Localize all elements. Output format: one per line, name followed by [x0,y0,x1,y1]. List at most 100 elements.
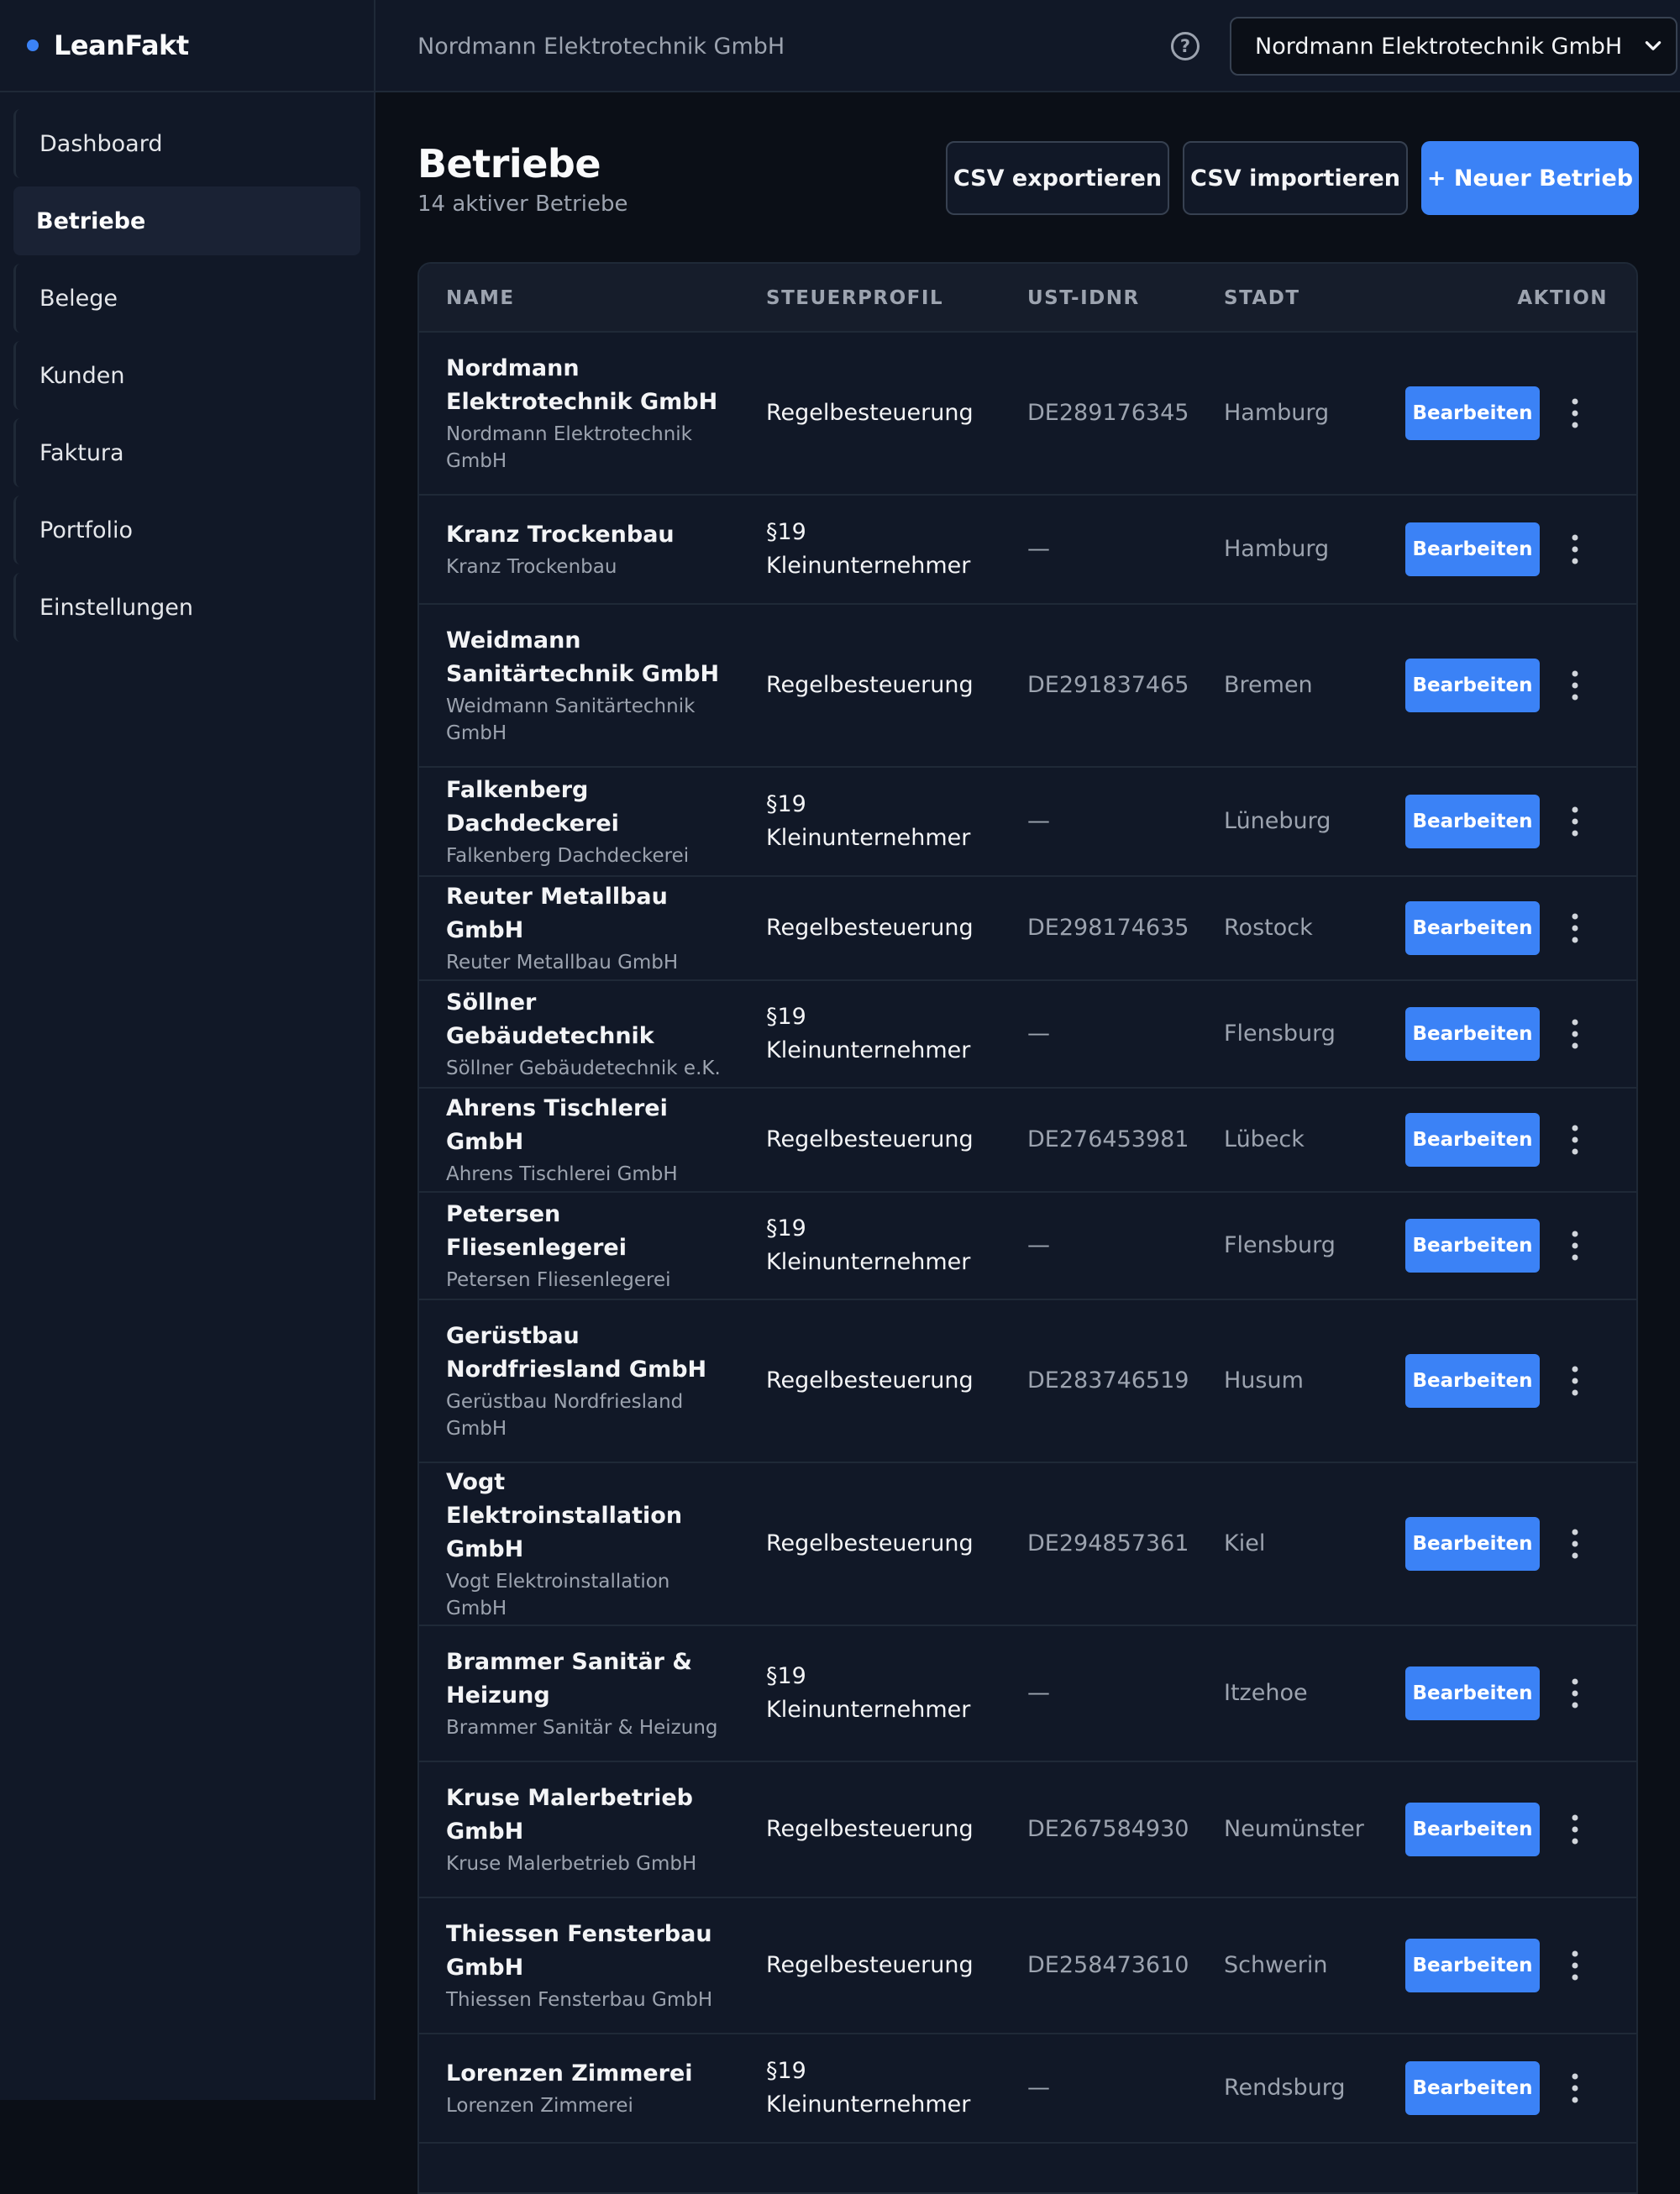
edit-button[interactable]: Bearbeiten [1405,1219,1540,1273]
cell-name: Kranz Trockenbau Kranz Trockenbau [446,496,732,603]
help-icon[interactable]: ? [1171,32,1200,60]
more-options-icon[interactable] [1567,396,1583,430]
sidebar-item-dashboard[interactable]: Dashboard [13,109,360,178]
cell-steuerprofil: §19 Kleinunternehmer [766,496,1010,603]
steuerprofil-value: Regelbesteuerung [766,1126,974,1152]
table-row[interactable]: Söllner Gebäudetechnik Söllner Gebäudete… [419,981,1636,1089]
edit-button[interactable]: Bearbeiten [1405,522,1540,576]
ust-idnr-value: DE294857361 [1027,1530,1189,1556]
cell-steuerprofil: Regelbesteuerung [766,1463,1010,1625]
cell-name: Kruse Malerbetrieb GmbH Kruse Malerbetri… [446,1762,732,1897]
cell-steuerprofil: Regelbesteuerung [766,1898,1010,2033]
brand[interactable]: LeanFakt [0,0,374,92]
more-options-icon[interactable] [1567,911,1583,945]
table-row[interactable]: Falkenberg Dachdeckerei Falkenberg Dachd… [419,768,1636,877]
page-subtitle: 14 aktiver Betriebe [417,192,628,217]
sidebar-nav: Dashboard Betriebe Belege Kunden Faktura… [0,92,374,642]
topbar: Nordmann Elektrotechnik GmbH ? Nordmann … [375,0,1680,92]
cell-ust-idnr: DE298174635 [1027,877,1204,979]
cell-ust-idnr: DE283746519 [1027,1300,1204,1462]
cell-name: Vogt Elektroinstallation GmbH Vogt Elekt… [446,1463,732,1625]
sidebar-item-kunden[interactable]: Kunden [13,341,360,410]
sidebar-item-einstellungen[interactable]: Einstellungen [13,573,360,642]
cell-stadt: Rendsburg [1224,2034,1392,2142]
more-options-icon[interactable] [1567,1017,1583,1051]
betriebe-table: NAME STEUERPROFIL UST-IDNR STADT AKTION … [417,262,1638,2194]
more-options-icon[interactable] [1567,1949,1583,1982]
betrieb-name: Kranz Trockenbau [446,522,675,548]
new-betrieb-button[interactable]: + Neuer Betrieb [1421,141,1639,215]
edit-button[interactable]: Bearbeiten [1405,1007,1540,1061]
table-row[interactable]: Nordmann Elektrotechnik GmbH Nordmann El… [419,333,1636,496]
edit-button[interactable]: Bearbeiten [1405,1939,1540,1992]
edit-button[interactable]: Bearbeiten [1405,1354,1540,1408]
table-row[interactable]: Thiessen Fensterbau GmbH Thiessen Fenste… [419,1898,1636,2034]
more-options-icon[interactable] [1567,805,1583,838]
betrieb-legal-name: Kranz Trockenbau [446,556,617,578]
cell-steuerprofil: §19 Kleinunternehmer [766,981,1010,1087]
cell-ust-idnr: DE267584930 [1027,1762,1204,1897]
more-options-icon[interactable] [1567,669,1583,702]
more-options-icon[interactable] [1567,2071,1583,2105]
csv-export-button[interactable]: CSV exportieren [946,141,1169,215]
sidebar-item-faktura[interactable]: Faktura [13,418,360,487]
edit-button[interactable]: Bearbeiten [1405,1666,1540,1720]
edit-button[interactable]: Bearbeiten [1405,901,1540,955]
column-header-name[interactable]: NAME [446,264,515,333]
stadt-value: Bremen [1224,672,1313,698]
edit-button[interactable]: Bearbeiten [1405,795,1540,848]
ust-idnr-value: — [1027,1680,1050,1706]
table-row[interactable]: Weidmann Sanitärtechnik GmbH Weidmann Sa… [419,605,1636,768]
page-title: Betriebe [417,141,601,186]
more-options-icon[interactable] [1567,1813,1583,1846]
stadt-value: Rostock [1224,915,1313,941]
table-row[interactable]: Brammer Sanitär & Heizung Brammer Sanitä… [419,1626,1636,1762]
more-options-icon[interactable] [1567,1527,1583,1561]
edit-button[interactable]: Bearbeiten [1405,1517,1540,1571]
cell-steuerprofil: Regelbesteuerung [766,1762,1010,1897]
sidebar-item-portfolio[interactable]: Portfolio [13,496,360,564]
steuerprofil-value: Regelbesteuerung [766,915,974,941]
edit-button[interactable]: Bearbeiten [1405,2061,1540,2115]
betrieb-name: Gerüstbau Nordfriesland GmbH [446,1323,707,1383]
edit-button[interactable]: Bearbeiten [1405,1113,1540,1167]
more-options-icon[interactable] [1567,1229,1583,1262]
more-options-icon[interactable] [1567,1677,1583,1710]
column-header-stadt[interactable]: STADT [1224,264,1300,333]
cell-name: Nordmann Elektrotechnik GmbH Nordmann El… [446,333,732,494]
cell-ust-idnr: — [1027,1626,1204,1761]
cell-stadt: Rostock [1224,877,1392,979]
table-row[interactable]: Reuter Metallbau GmbH Reuter Metallbau G… [419,877,1636,981]
table-row[interactable]: Kruse Malerbetrieb GmbH Kruse Malerbetri… [419,1762,1636,1898]
column-header-ust-idnr[interactable]: UST-IDNR [1027,264,1140,333]
more-options-icon[interactable] [1567,1123,1583,1157]
csv-import-button[interactable]: CSV importieren [1183,141,1408,215]
cell-steuerprofil: Regelbesteuerung [766,1089,1010,1191]
cell-steuerprofil: Regelbesteuerung [766,605,1010,766]
ust-idnr-value: — [1027,808,1050,834]
table-row[interactable]: Lorenzen Zimmerei Lorenzen Zimmerei §19 … [419,2034,1636,2144]
column-header-steuerprofil[interactable]: STEUERPROFIL [766,264,943,333]
edit-button[interactable]: Bearbeiten [1405,659,1540,712]
betrieb-legal-name: Kruse Malerbetrieb GmbH [446,1853,697,1875]
table-row[interactable]: Vogt Elektroinstallation GmbH Vogt Elekt… [419,1463,1636,1626]
ust-idnr-value: DE276453981 [1027,1126,1189,1152]
cell-name: Ahrens Tischlerei GmbH Ahrens Tischlerei… [446,1089,732,1191]
org-select[interactable]: Nordmann Elektrotechnik GmbH [1230,17,1677,76]
sidebar-item-belege[interactable]: Belege [13,264,360,333]
steuerprofil-value: Regelbesteuerung [766,1952,974,1978]
edit-button[interactable]: Bearbeiten [1405,386,1540,440]
ust-idnr-value: — [1027,2075,1050,2101]
sidebar-item-betriebe[interactable]: Betriebe [13,186,360,255]
ust-idnr-value: DE298174635 [1027,915,1189,941]
table-header: NAME STEUERPROFIL UST-IDNR STADT AKTION [419,264,1636,333]
table-row[interactable]: Kranz Trockenbau Kranz Trockenbau §19 Kl… [419,496,1636,605]
table-row[interactable]: Gerüstbau Nordfriesland GmbH Gerüstbau N… [419,1300,1636,1463]
more-options-icon[interactable] [1567,1364,1583,1398]
ust-idnr-value: DE289176345 [1027,400,1189,426]
edit-button[interactable]: Bearbeiten [1405,1803,1540,1856]
table-row[interactable]: Petersen Fliesenlegerei Petersen Fliesen… [419,1193,1636,1300]
cell-steuerprofil: §19 Kleinunternehmer [766,2034,1010,2142]
more-options-icon[interactable] [1567,533,1583,566]
table-row[interactable]: Ahrens Tischlerei GmbH Ahrens Tischlerei… [419,1089,1636,1193]
